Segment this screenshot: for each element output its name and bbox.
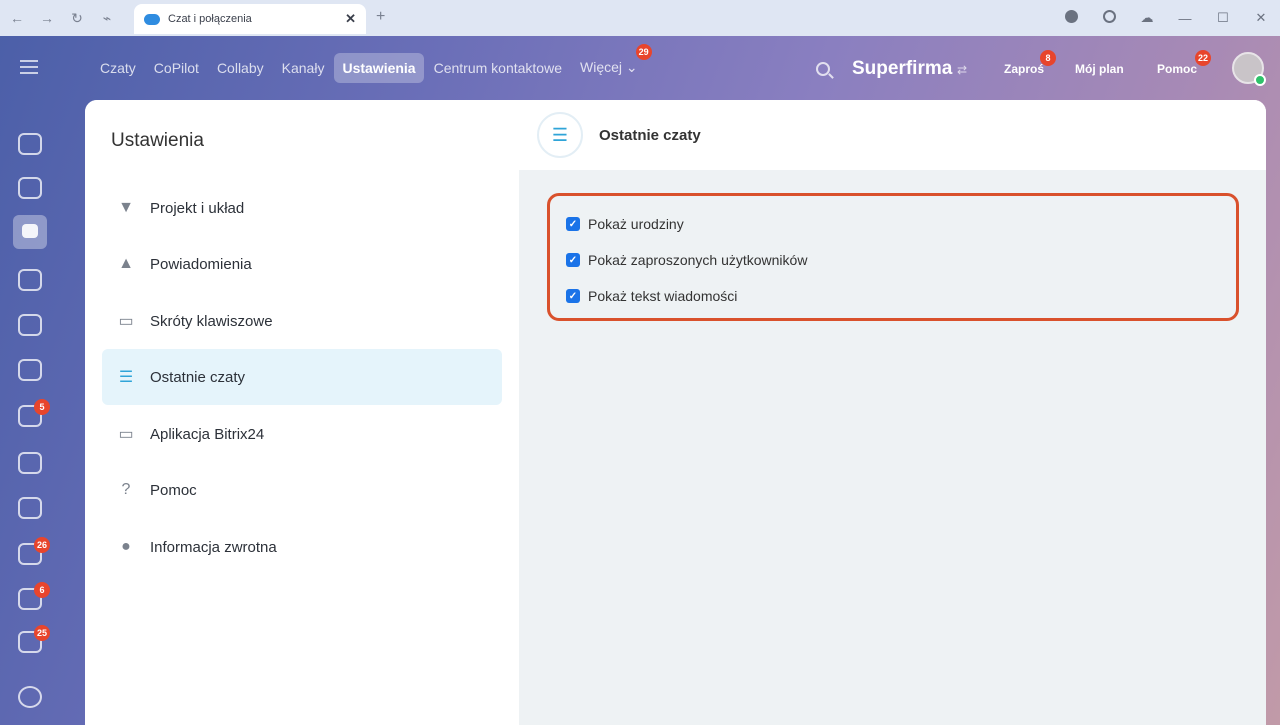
option-label: Pokaż tekst wiadomości <box>588 288 738 304</box>
nav-item-informacja-zwrotna[interactable]: ● Informacja zwrotna <box>102 519 502 575</box>
forward-icon[interactable]: → <box>34 5 60 31</box>
hamburger-menu-icon[interactable] <box>20 60 38 78</box>
history-icon[interactable] <box>1090 10 1128 26</box>
brush-icon: ▼ <box>118 199 134 216</box>
nav-item-label: Aplikacja Bitrix24 <box>150 425 265 443</box>
nav-item-label: Powiadomienia <box>150 255 252 273</box>
option-show-message-text[interactable]: ✓ Pokaż tekst wiadomości <box>566 288 737 304</box>
calendar-icon[interactable] <box>18 269 42 291</box>
menu-item-ustawienia[interactable]: Ustawienia <box>334 52 424 83</box>
nav-item-label: Ostatnie czaty <box>150 368 246 386</box>
close-tab-icon[interactable]: ✕ <box>345 11 356 27</box>
cloud-icon <box>144 13 160 25</box>
mail-badge: 5 <box>34 399 50 415</box>
search-icon[interactable] <box>816 62 830 76</box>
browser-titlebar: ← → ↻ ⌁ Czat i połączenia ✕ + ☁ — ☐ ✕ <box>0 0 1280 36</box>
contact-center-icon[interactable] <box>18 497 42 519</box>
settings-content: ☰ Ostatnie czaty ✓ Pokaż urodziny ✓ Poka… <box>519 100 1266 725</box>
mail-icon[interactable]: 5 <box>18 399 50 427</box>
menu-item-kanaly[interactable]: Kanały <box>274 53 333 83</box>
nav-item-ostatnie-czaty[interactable]: ☰ Ostatnie czaty <box>102 349 502 405</box>
nav-item-pomoc[interactable]: ? Pomoc <box>102 462 502 518</box>
switch-arrows-icon[interactable]: ⇄ <box>957 63 967 77</box>
chat-bubble-icon: ● <box>121 538 131 555</box>
settings-title: Ustawienia <box>111 130 204 151</box>
options-highlight-box: ✓ Pokaż urodziny ✓ Pokaż zaproszonych uż… <box>547 193 1239 321</box>
reload-icon[interactable]: ↻ <box>64 5 90 31</box>
nav-item-skroty[interactable]: ▭ Skróty klawiszowe <box>102 293 502 349</box>
nav-item-powiadomienia[interactable]: ▲ Powiadomienia <box>102 236 502 292</box>
tasks-badge: 26 <box>33 537 50 553</box>
nav-item-projekt[interactable]: ▼ Projekt i układ <box>102 180 502 236</box>
nav-item-label: Informacja zwrotna <box>150 538 277 556</box>
cloud-sync-icon[interactable]: ☁ <box>1128 10 1166 26</box>
browser-tab-title: Czat i połączenia <box>168 13 252 25</box>
question-icon: ? <box>121 481 131 498</box>
content-title: Ostatnie czaty <box>599 126 701 144</box>
invite-badge: 8 <box>1040 50 1057 66</box>
extension-icon[interactable] <box>1052 10 1090 26</box>
more-badge: 29 <box>635 44 652 60</box>
list-icon: ☰ <box>118 369 134 386</box>
option-label: Pokaż zaproszonych użytkowników <box>588 252 808 268</box>
settings-panel: Ustawienia ▼ Projekt i układ ▲ Powiadomi… <box>85 100 1266 725</box>
funnel-icon[interactable]: 25 <box>18 625 50 653</box>
content-header: ☰ Ostatnie czaty <box>519 100 1266 170</box>
inbox-icon[interactable]: 6 <box>18 582 50 610</box>
tasks-icon[interactable]: 26 <box>18 537 50 565</box>
help-badge: 22 <box>1195 50 1212 66</box>
contacts-icon[interactable] <box>18 452 42 474</box>
checkbox-checked[interactable]: ✓ <box>566 253 580 267</box>
checkbox-checked[interactable]: ✓ <box>566 289 580 303</box>
option-show-birthdays[interactable]: ✓ Pokaż urodziny <box>566 216 684 232</box>
menu-item-wiecej-label: Więcej <box>580 59 623 75</box>
app-topbar: Czaty CoPilot Collaby Kanały Ustawienia … <box>0 36 1280 100</box>
monitor-icon: ▭ <box>118 426 134 443</box>
drive-icon[interactable] <box>18 359 42 381</box>
home-icon[interactable] <box>18 133 42 155</box>
feed-icon[interactable] <box>18 177 42 199</box>
help-label: Pomoc <box>1157 62 1198 76</box>
settings-gear-icon[interactable] <box>18 686 42 708</box>
settings-nav: Ustawienia ▼ Projekt i układ ▲ Powiadomi… <box>85 100 519 725</box>
nav-item-aplikacja[interactable]: ▭ Aplikacja Bitrix24 <box>102 406 502 462</box>
menu-item-copilot[interactable]: CoPilot <box>146 53 207 83</box>
close-window-icon[interactable]: ✕ <box>1242 10 1280 26</box>
nav-item-label: Pomoc <box>150 481 197 499</box>
chevron-down-icon: ⌄ <box>625 59 638 75</box>
maximize-icon[interactable]: ☐ <box>1204 10 1242 26</box>
company-name[interactable]: Superfirma <box>852 58 952 80</box>
funnel-badge: 25 <box>33 625 50 641</box>
nav-item-label: Skróty klawiszowe <box>150 312 273 330</box>
chat-icon[interactable] <box>13 215 47 249</box>
left-sidebar: 5 26 6 25 <box>0 100 60 725</box>
option-label: Pokaż urodziny <box>588 216 684 232</box>
link-icon[interactable]: ⌁ <box>94 5 120 31</box>
list-icon: ☰ <box>537 112 583 158</box>
help-link[interactable]: Pomoc 22 <box>1157 50 1212 76</box>
menu-item-czaty[interactable]: Czaty <box>92 53 144 83</box>
plan-link[interactable]: Mój plan <box>1075 62 1124 76</box>
option-show-invited-users[interactable]: ✓ Pokaż zaproszonych użytkowników <box>566 252 807 268</box>
inbox-badge: 6 <box>34 582 50 598</box>
invite-link[interactable]: Zaproś 8 <box>1004 50 1057 76</box>
back-icon[interactable]: ← <box>4 5 30 31</box>
keyboard-icon: ▭ <box>118 313 134 330</box>
invite-label: Zaproś <box>1004 62 1045 76</box>
menu-item-wiecej[interactable]: Więcej ⌄ 29 <box>572 44 652 83</box>
menu-item-collaby[interactable]: Collaby <box>209 53 272 83</box>
nav-item-label: Projekt i układ <box>150 199 245 217</box>
main-menu: Czaty CoPilot Collaby Kanały Ustawienia … <box>92 44 652 83</box>
browser-tab[interactable]: Czat i połączenia ✕ <box>134 4 366 34</box>
menu-item-centrum-kontaktowe[interactable]: Centrum kontaktowe <box>426 53 570 83</box>
window-controls: ☁ — ☐ ✕ <box>1052 0 1280 36</box>
bell-icon: ▲ <box>118 255 134 272</box>
user-avatar[interactable] <box>1232 52 1266 86</box>
new-tab-icon[interactable]: + <box>376 8 385 26</box>
online-status-icon <box>1254 74 1266 86</box>
checkbox-checked[interactable]: ✓ <box>566 217 580 231</box>
minimize-icon[interactable]: — <box>1166 11 1204 26</box>
document-icon[interactable] <box>18 314 42 336</box>
